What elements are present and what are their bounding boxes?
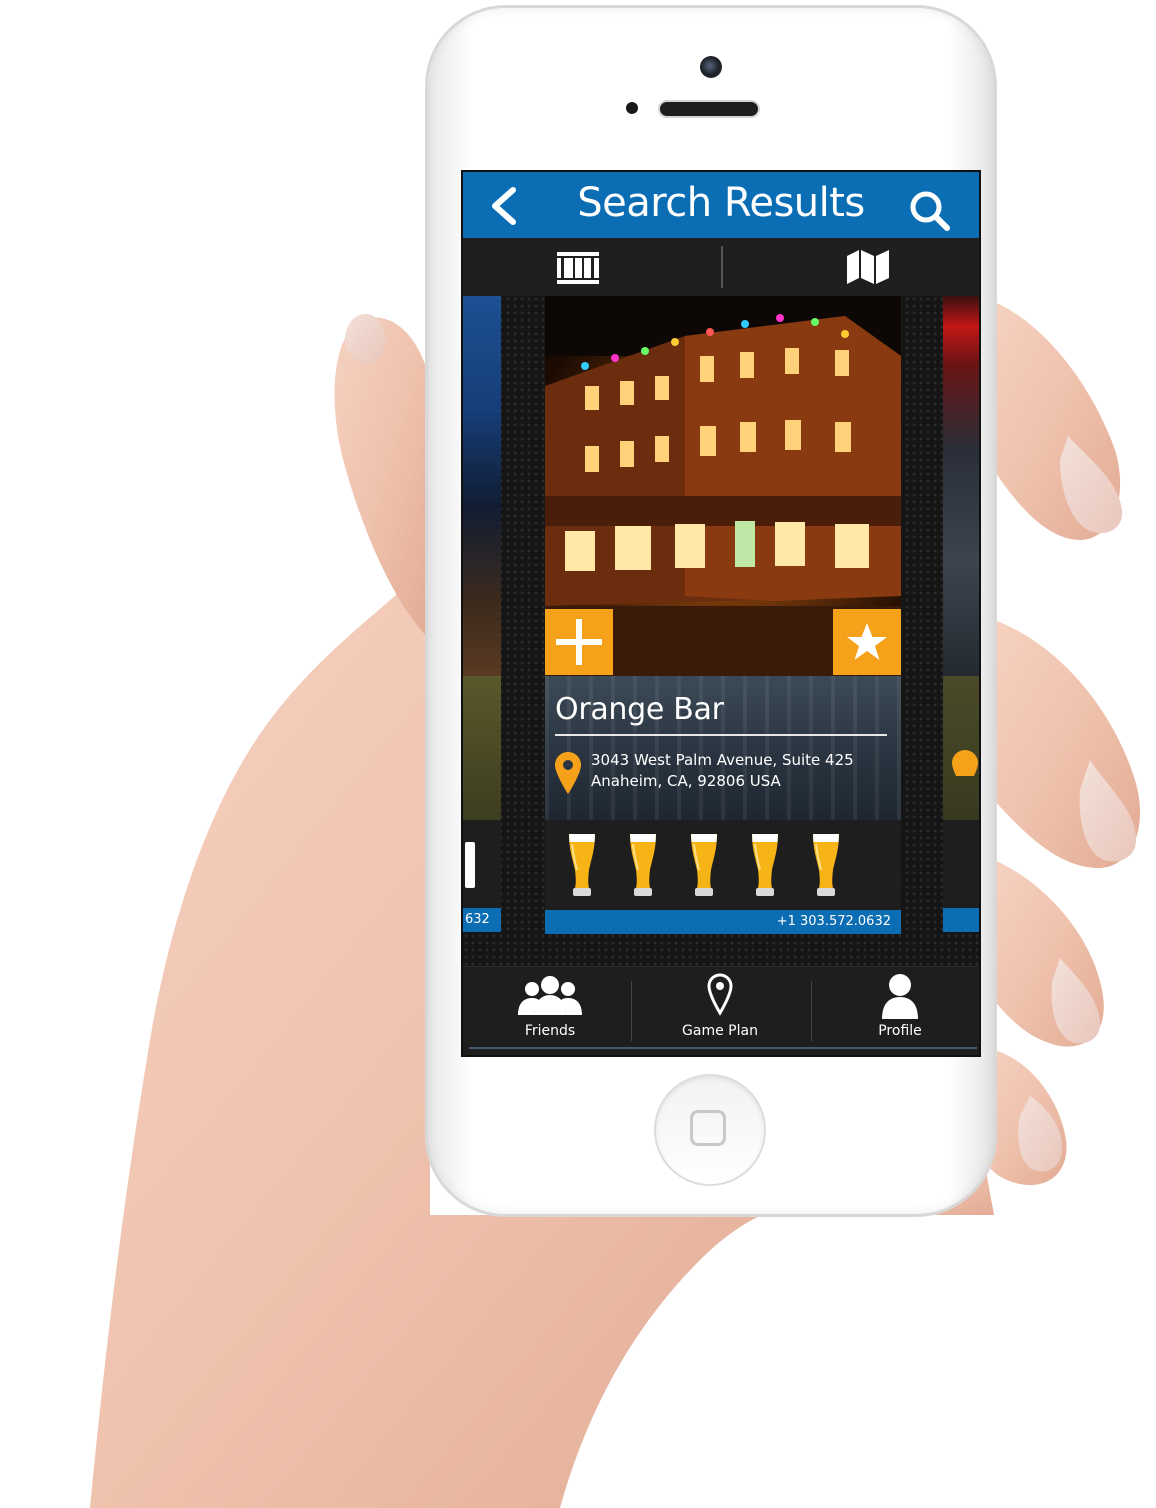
home-button[interactable] — [656, 1076, 764, 1184]
venue-info-panel — [463, 676, 501, 820]
plus-icon — [556, 619, 602, 665]
app-screen: Search Results 632 Orange Bar 3043 West … — [461, 170, 981, 1057]
phone-number[interactable]: +1 303.572.0632 — [545, 910, 901, 934]
star-icon — [847, 623, 887, 660]
friends-icon — [518, 976, 582, 1015]
phone-number[interactable]: 632 — [463, 908, 501, 932]
venue-name[interactable]: Orange Bar — [555, 692, 724, 727]
result-card-previous[interactable]: 632 — [463, 296, 501, 936]
tab-label: Game Plan — [682, 1023, 758, 1039]
search-icon[interactable] — [909, 190, 951, 232]
bottom-tab-bar: Friends Game Plan Profile — [463, 966, 979, 1055]
view-toggle-bar — [463, 238, 979, 296]
result-card-next[interactable] — [943, 296, 979, 936]
tab-separator — [631, 981, 632, 1041]
earpiece-speaker — [660, 102, 758, 116]
front-camera-icon — [700, 56, 722, 78]
rating-row — [943, 820, 979, 908]
view-divider — [721, 246, 723, 288]
rating-row — [463, 820, 501, 908]
venue-info-panel — [943, 676, 979, 820]
address-line-2: Anaheim, CA, 92806 USA — [591, 772, 781, 790]
app-header: Search Results — [463, 172, 979, 238]
address-line-1: 3043 West Palm Avenue, Suite 425 — [591, 751, 854, 769]
tab-label: Friends — [524, 1023, 576, 1039]
tab-friends[interactable]: Friends — [465, 967, 635, 1051]
tab-label: Profile — [878, 1023, 922, 1039]
beer-glass-icon — [813, 834, 839, 896]
venue-photo — [545, 296, 901, 676]
home-square-icon — [690, 1110, 726, 1146]
tab-separator — [811, 981, 812, 1041]
beer-glass-icon — [752, 834, 778, 896]
name-underline — [555, 734, 887, 736]
results-carousel[interactable]: 632 Orange Bar 3043 West Palm Avenue, Su… — [463, 296, 979, 966]
tab-profile[interactable]: Profile — [815, 967, 979, 1051]
favorite-button[interactable] — [833, 609, 901, 675]
tab-bar-underline — [469, 1047, 977, 1049]
list-view-icon[interactable] — [557, 252, 599, 284]
venue-info-panel: Orange Bar 3043 West Palm Avenue, Suite … — [545, 676, 901, 820]
beer-glass-icon — [569, 834, 595, 896]
location-pin-icon — [555, 752, 581, 794]
venue-photo — [943, 296, 979, 676]
beer-rating — [545, 820, 901, 910]
map-pin-icon — [707, 973, 733, 1016]
phone-strip — [943, 908, 979, 932]
map-icon[interactable] — [847, 250, 889, 284]
beer-glass-icon — [691, 834, 717, 896]
beer-glass-icon — [630, 834, 656, 896]
tab-game-plan[interactable]: Game Plan — [635, 967, 805, 1051]
page-title: Search Results — [577, 180, 865, 226]
proximity-sensor — [626, 102, 638, 114]
venue-photo — [463, 296, 501, 676]
result-card[interactable]: Orange Bar 3043 West Palm Avenue, Suite … — [545, 296, 901, 936]
location-pin-icon — [952, 750, 978, 776]
profile-icon — [882, 974, 918, 1019]
add-button[interactable] — [545, 609, 613, 675]
venue-address: 3043 West Palm Avenue, Suite 425 Anaheim… — [591, 750, 854, 792]
